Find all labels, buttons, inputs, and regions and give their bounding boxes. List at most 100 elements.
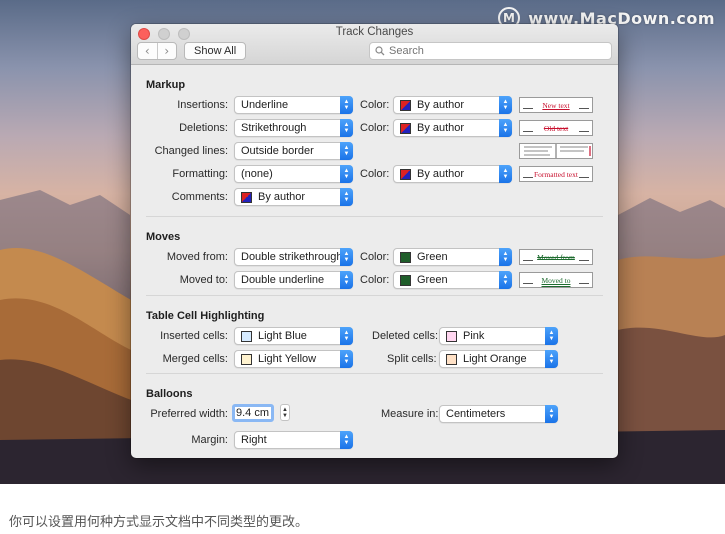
formatting-color-label: Color: [360, 168, 390, 180]
preferred-width-input[interactable] [232, 404, 274, 422]
window-title: Track Changes [335, 26, 414, 38]
changed-lines-preview-icon [524, 144, 591, 158]
margin-value: Right [241, 434, 267, 446]
comments-row: Comments: By author ▲ ▼ [146, 187, 603, 210]
measure-in-label: Measure in: [381, 408, 439, 420]
split-cells-label: Split cells: [387, 353, 437, 365]
insertions-style-popup[interactable]: Underline ▲ ▼ [234, 96, 353, 114]
formatting-label: Formatting: [172, 168, 228, 180]
deletions-preview: Old text [519, 120, 593, 136]
title-bar: Track Changes ‹ › Show All [131, 24, 618, 65]
back-forward-group: ‹ › [137, 42, 177, 60]
light-yellow-swatch-icon [241, 353, 252, 365]
popup-arrows-icon: ▲ ▼ [499, 248, 512, 266]
moved-from-color-label: Color: [360, 251, 390, 263]
show-all-button[interactable]: Show All [184, 42, 247, 60]
stepper-down-icon[interactable]: ▼ [282, 413, 288, 419]
inserted-deleted-row: Inserted cells: Light Blue ▲ ▼ Deleted ce… [146, 326, 603, 349]
insertions-preview: New text [519, 97, 593, 113]
deletions-label: Deletions: [179, 122, 228, 134]
comments-label: Comments: [171, 191, 228, 203]
deletions-color-label: Color: [360, 122, 390, 134]
moved-to-style-popup[interactable]: Double underline ▲ ▼ [234, 271, 353, 289]
comments-color-popup[interactable]: By author ▲ ▼ [234, 188, 353, 206]
popup-arrows-icon: ▲ ▼ [499, 165, 512, 183]
forward-button[interactable]: › [158, 43, 177, 59]
moved-from-label: Moved from: [166, 251, 228, 263]
caption-text: 你可以设置用何种方式显示文档中不同类型的更改。 [0, 484, 725, 534]
popup-arrows-icon: ▲ ▼ [340, 248, 353, 266]
inserted-cells-value: Light Blue [258, 330, 307, 342]
merged-cells-popup[interactable]: Light Yellow ▲ ▼ [234, 350, 353, 368]
popup-arrows-icon: ▲ ▼ [340, 350, 353, 368]
deleted-cells-popup[interactable]: Pink ▲ ▼ [439, 327, 558, 345]
deletions-color-value: By author [417, 122, 465, 134]
formatting-style-popup[interactable]: (none) ▲ ▼ [234, 165, 353, 183]
deleted-cells-value: Pink [463, 330, 485, 342]
popup-arrows-icon: ▲ ▼ [545, 327, 558, 345]
margin-popup[interactable]: Right ▲ ▼ [234, 431, 353, 449]
insertions-label: Insertions: [177, 99, 228, 111]
balloons-heading: Balloons [146, 388, 193, 400]
moves-heading: Moves [146, 231, 181, 243]
search-icon [375, 46, 385, 56]
table-cell-heading: Table Cell Highlighting [146, 310, 265, 322]
moved-to-color-label: Color: [360, 274, 390, 286]
changed-lines-row: Changed lines: Outside border ▲ ▼ [146, 141, 603, 164]
deletions-color-popup[interactable]: By author ▲ ▼ [393, 119, 512, 137]
insertions-color-popup[interactable]: By author ▲ ▼ [393, 96, 512, 114]
green-swatch-icon [400, 274, 411, 286]
popup-arrows-icon: ▲ ▼ [340, 327, 353, 345]
light-blue-swatch-icon [241, 330, 252, 342]
moved-to-preview: Moved to [519, 272, 593, 288]
table-cell-highlighting-section: Table Cell Highlighting Inserted cells: … [146, 296, 603, 374]
insertions-color-value: By author [417, 99, 465, 111]
changed-lines-preview [519, 143, 593, 159]
formatting-row: Formatting: (none) ▲ ▼ Color: By author ▲… [146, 164, 603, 187]
popup-arrows-icon: ▲ ▼ [340, 188, 353, 206]
by-author-swatch-icon [400, 122, 411, 134]
deleted-cells-label: Deleted cells: [372, 330, 439, 342]
formatting-color-value: By author [417, 168, 465, 180]
insertions-row: Insertions: Underline ▲ ▼ Color: By autho… [146, 95, 603, 118]
popup-arrows-icon: ▲ ▼ [340, 271, 353, 289]
merged-cells-value: Light Yellow [258, 353, 317, 365]
moved-from-style-popup[interactable]: Double strikethrough ▲ ▼ [234, 248, 353, 266]
split-cells-value: Light Orange [463, 353, 527, 365]
popup-arrows-icon: ▲ ▼ [545, 350, 558, 368]
moved-to-style-value: Double underline [241, 274, 325, 286]
inserted-cells-popup[interactable]: Light Blue ▲ ▼ [234, 327, 353, 345]
insertions-color-label: Color: [360, 99, 390, 111]
moved-from-color-value: Green [417, 251, 448, 263]
margin-label: Margin: [191, 434, 228, 446]
back-button[interactable]: ‹ [138, 43, 158, 59]
markup-section: Markup Insertions: Underline ▲ ▼ Color: B… [146, 65, 603, 217]
deletions-style-popup[interactable]: Strikethrough ▲ ▼ [234, 119, 353, 137]
comments-color-value: By author [258, 191, 306, 203]
by-author-swatch-icon [241, 191, 252, 203]
moved-from-style-value: Double strikethrough [241, 251, 343, 263]
deletions-row: Deletions: Strikethrough ▲ ▼ Color: By au… [146, 118, 603, 141]
deletions-style-value: Strikethrough [241, 122, 307, 134]
insertions-style-value: Underline [241, 99, 289, 111]
moved-to-color-value: Green [417, 274, 448, 286]
moves-section: Moves Moved from: Double strikethrough ▲… [146, 217, 603, 296]
track-changes-window: Track Changes ‹ › Show All Markup Insert… [131, 24, 618, 458]
popup-arrows-icon: ▲ ▼ [340, 431, 353, 449]
by-author-swatch-icon [400, 99, 411, 111]
search-field[interactable] [369, 42, 612, 60]
search-input[interactable] [389, 45, 589, 57]
measure-in-popup[interactable]: Centimeters ▲ ▼ [439, 405, 558, 423]
popup-arrows-icon: ▲ ▼ [545, 405, 558, 423]
moved-to-color-popup[interactable]: Green ▲ ▼ [393, 271, 512, 289]
preferred-width-stepper[interactable]: ▲ ▼ [280, 404, 290, 421]
moved-from-color-popup[interactable]: Green ▲ ▼ [393, 248, 512, 266]
balloons-section: Balloons Preferred width: ▲ ▼ Measure in… [146, 374, 603, 454]
moved-to-preview-text: Moved to [541, 275, 571, 285]
changed-lines-popup[interactable]: Outside border ▲ ▼ [234, 142, 353, 160]
formatting-style-value: (none) [241, 168, 273, 180]
deletions-preview-text: Old text [543, 123, 569, 133]
pink-swatch-icon [446, 330, 457, 342]
formatting-color-popup[interactable]: By author ▲ ▼ [393, 165, 512, 183]
split-cells-popup[interactable]: Light Orange ▲ ▼ [439, 350, 558, 368]
